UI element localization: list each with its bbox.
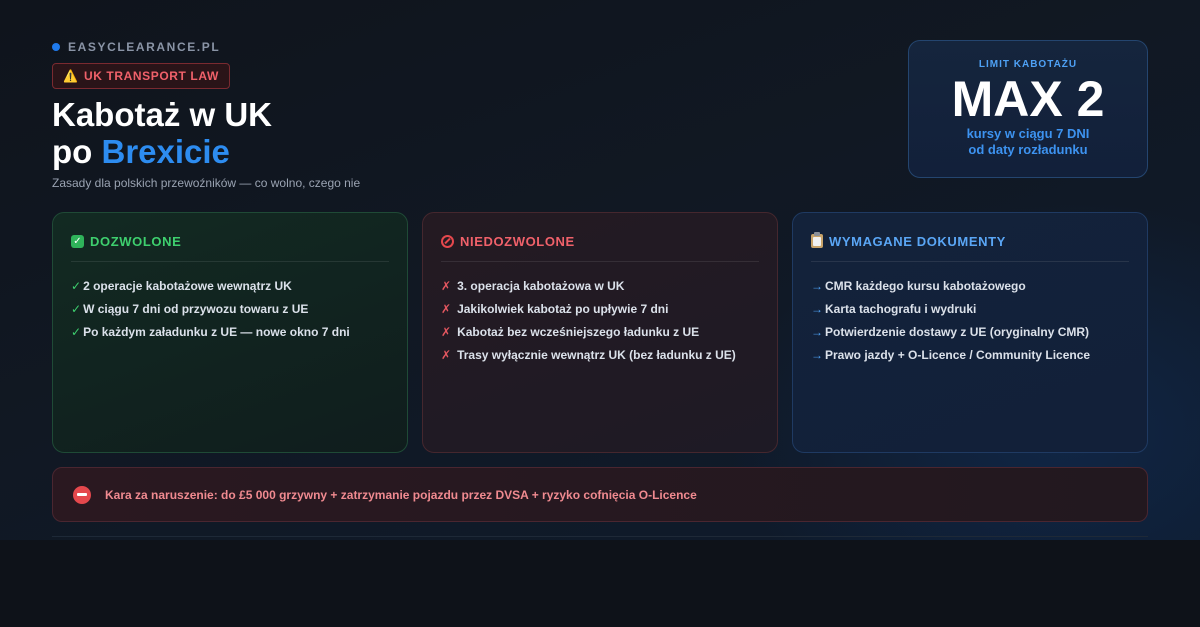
list-item-text: Karta tachografu i wydruki: [825, 301, 977, 316]
documents-card-title: WYMAGANE DOKUMENTY: [829, 233, 1006, 249]
list-item: → Potwierdzenie dostawy z UE (oryginalny …: [811, 320, 1129, 343]
forbidden-list: ✗ 3. operacja kabotażowa w UK ✗ Jakikolwie…: [441, 274, 759, 366]
list-item-text: Po każdym załadunku z UE — nowe okno 7 d…: [83, 324, 350, 339]
prohibited-icon: [441, 234, 454, 248]
allowed-card-title: DOZWOLONE: [90, 233, 182, 249]
check-icon: ✓: [71, 278, 82, 293]
cross-icon: ✗: [441, 301, 452, 316]
forbidden-card-title: NIEDOZWOLONE: [460, 233, 575, 249]
page-subtitle: Zasady dla polskich przewoźników — co wo…: [52, 176, 361, 190]
list-item: ✗ Kabotaż bez wcześniejszego ładunku z UE: [441, 320, 759, 343]
penalty-text: Kara za naruszenie: do £5 000 grzywny + …: [105, 487, 697, 502]
cross-icon: ✗: [441, 278, 452, 293]
list-item: ✓ W ciągu 7 dni od przywozu towaru z UE: [71, 297, 389, 320]
forbidden-card: NIEDOZWOLONE ✗ 3. operacja kabotażowa w U…: [422, 212, 778, 453]
arrow-right-icon: →: [811, 324, 823, 339]
law-badge: ⚠️ UK TRANSPORT LAW: [52, 63, 230, 89]
list-item: → Prawo jazdy + O-Licence / Community Lic…: [811, 343, 1129, 366]
list-item: ✓ Po każdym załadunku z UE — nowe okno 7 …: [71, 320, 389, 343]
limit-value: MAX 2: [951, 71, 1105, 127]
list-item: ✓ 2 operacje kabotażowe wewnątrz UK: [71, 274, 389, 297]
list-item-text: CMR każdego kursu kabotażowego: [825, 278, 1026, 293]
penalty-banner: Kara za naruszenie: do £5 000 grzywny + …: [52, 467, 1148, 522]
list-item: → CMR każdego kursu kabotażowego: [811, 274, 1129, 297]
warning-icon: ⚠️: [63, 69, 78, 83]
limit-note-line-2: od daty rozładunku: [968, 142, 1088, 157]
title-line-1: Kabotaż w UK: [52, 96, 273, 133]
allowed-list: ✓ 2 operacje kabotażowe wewnątrz UK ✓ W ci…: [71, 274, 389, 343]
cross-icon: ✗: [441, 324, 452, 339]
arrow-right-icon: →: [811, 347, 823, 362]
brand-name: EASYCLEARANCE.PL: [68, 40, 221, 54]
badge-label: UK TRANSPORT LAW: [83, 69, 219, 83]
clipboard-icon: [811, 232, 823, 248]
list-item: ✗ Jakikolwiek kabotaż po upływie 7 dni: [441, 297, 759, 320]
title-line-2-accent: Brexicie: [101, 133, 230, 170]
limit-note-line-1: kursy w ciągu 7 DNI: [966, 126, 1090, 141]
documents-list: → CMR każdego kursu kabotażowego → Karta t…: [811, 274, 1129, 366]
documents-card-header: WYMAGANE DOKUMENTY: [811, 232, 1129, 262]
limit-label: LIMIT KABOTAŻU: [978, 59, 1078, 70]
arrow-right-icon: →: [811, 278, 823, 293]
forbidden-card-header: NIEDOZWOLONE: [441, 233, 759, 262]
list-item: ✗ 3. operacja kabotażowa w UK: [441, 274, 759, 297]
list-item: → Karta tachografu i wydruki: [811, 297, 1129, 320]
page-title: Kabotaż w UK po Brexicie: [52, 96, 272, 170]
list-item-text: 3. operacja kabotażowa w UK: [457, 278, 625, 293]
list-item-text: Jakikolwiek kabotaż po upływie 7 dni: [457, 301, 669, 316]
no-entry-icon: [73, 485, 91, 504]
cross-icon: ✗: [441, 347, 452, 362]
brand-dot-icon: [52, 43, 60, 51]
list-item-text: Prawo jazdy + O-Licence / Community Lice…: [825, 347, 1091, 362]
list-item-text: 2 operacje kabotażowe wewnątrz UK: [83, 278, 292, 293]
check-icon: ✓: [71, 324, 82, 339]
list-item-text: Trasy wyłącznie wewnątrz UK (bez ładunku…: [457, 347, 736, 362]
brand: EASYCLEARANCE.PL: [52, 40, 220, 54]
arrow-right-icon: →: [811, 301, 823, 316]
list-item-text: Potwierdzenie dostawy z UE (oryginalny C…: [825, 324, 1090, 339]
bottom-divider: [52, 536, 1148, 537]
cabotage-limit-box: LIMIT KABOTAŻU MAX 2 kursy w ciągu 7 DNI…: [908, 40, 1148, 178]
list-item: ✗ Trasy wyłącznie wewnątrz UK (bez ładunk…: [441, 343, 759, 366]
documents-card: WYMAGANE DOKUMENTY → CMR każdego kursu ka…: [792, 212, 1148, 453]
list-item-text: Kabotaż bez wcześniejszego ładunku z UE: [457, 324, 700, 339]
check-icon: ✓: [71, 301, 82, 316]
list-item-text: W ciągu 7 dni od przywozu towaru z UE: [83, 301, 309, 316]
infographic-canvas: EASYCLEARANCE.PL ⚠️ UK TRANSPORT LAW Kab…: [0, 0, 1200, 540]
title-line-2-prefix: po: [52, 133, 102, 170]
allowed-card-header: ✓ DOZWOLONE: [71, 233, 389, 262]
check-mark-icon: ✓: [71, 234, 84, 248]
allowed-card: ✓ DOZWOLONE ✓ 2 operacje kabotażowe wewną…: [52, 212, 408, 453]
